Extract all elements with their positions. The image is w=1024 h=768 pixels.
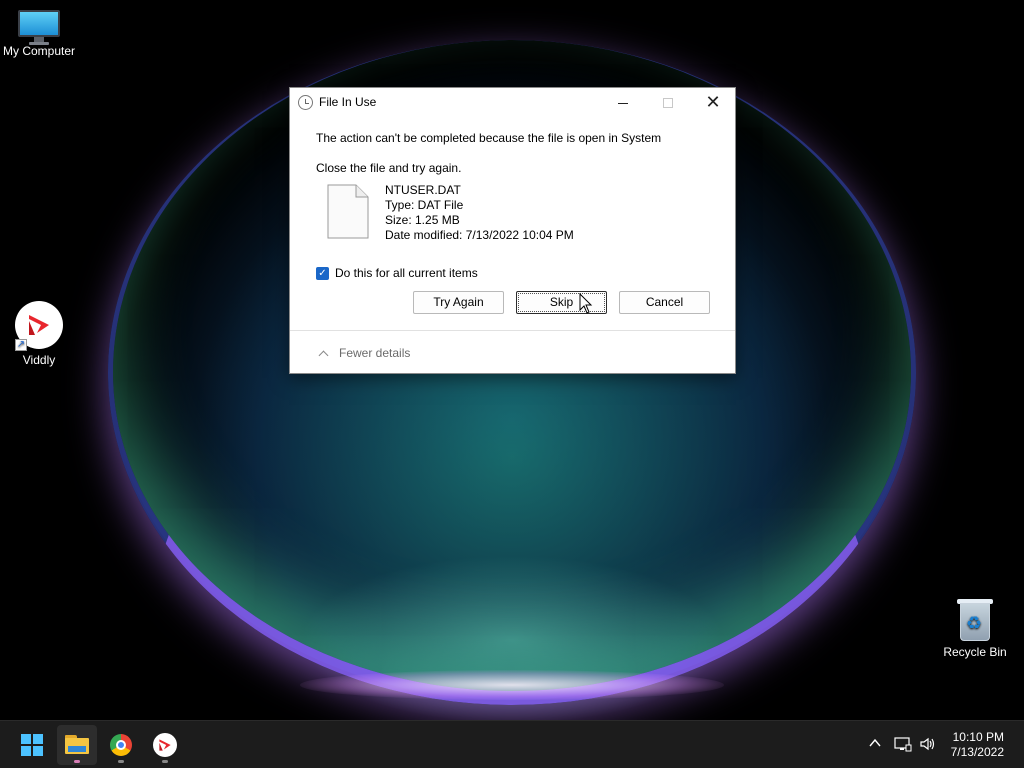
desktop-icon-label: My Computer: [2, 44, 76, 58]
clock-icon: [298, 95, 313, 110]
network-icon[interactable]: [894, 736, 912, 754]
file-modified: Date modified: 7/13/2022 10:04 PM: [385, 228, 574, 242]
dialog-message: The action can't be completed because th…: [316, 131, 662, 145]
apply-to-all-row[interactable]: ✓ Do this for all current items: [316, 266, 478, 280]
file-in-use-dialog: File In Use ✕ The action can't be comple…: [289, 87, 736, 374]
dialog-titlebar[interactable]: File In Use ✕: [290, 88, 735, 117]
minimize-icon: [618, 102, 628, 104]
desktop-icon-recycle-bin[interactable]: ♻ Recycle Bin: [930, 597, 1020, 659]
file-name: NTUSER.DAT: [385, 183, 461, 197]
minimize-button[interactable]: [600, 88, 646, 117]
dialog-instruction: Close the file and try again.: [316, 161, 462, 175]
skip-button[interactable]: Skip: [516, 291, 607, 314]
file-type: Type: DAT File: [385, 198, 464, 212]
clock-date: 7/13/2022: [950, 745, 1004, 759]
file-info: NTUSER.DAT Type: DAT File Size: 1.25 MB …: [385, 183, 574, 243]
desktop-icon-label: Viddly: [22, 353, 56, 367]
dialog-divider: [290, 330, 735, 331]
cancel-button[interactable]: Cancel: [619, 291, 710, 314]
desktop-icon-label: Recycle Bin: [943, 645, 1007, 659]
wallpaper-glow: [300, 670, 724, 700]
mouse-cursor-icon: [579, 293, 593, 314]
fewer-details-toggle[interactable]: Fewer details: [318, 346, 411, 360]
taskbar: 10:10 PM 7/13/2022: [0, 720, 1024, 768]
dialog-title: File In Use: [319, 95, 377, 109]
maximize-button: [645, 88, 691, 117]
taskbar-clock[interactable]: 10:10 PM 7/13/2022: [951, 730, 1004, 760]
computer-icon: [18, 10, 60, 45]
recycle-bin-icon: ♻: [957, 597, 993, 641]
show-hidden-icons-chevron-icon[interactable]: [866, 736, 884, 754]
fewer-details-label: Fewer details: [339, 346, 411, 360]
desktop-icon-my-computer[interactable]: My Computer: [0, 10, 84, 58]
file-size: Size: 1.25 MB: [385, 213, 460, 227]
file-icon: [327, 184, 369, 239]
shortcut-arrow-icon: ↗: [15, 339, 27, 351]
viddly-icon: ↗: [15, 301, 63, 351]
chevron-up-icon: [318, 350, 329, 360]
apply-to-all-label: Do this for all current items: [335, 266, 478, 280]
maximize-icon: [663, 98, 673, 109]
volume-icon[interactable]: [919, 736, 937, 754]
try-again-button[interactable]: Try Again: [413, 291, 504, 314]
close-icon: ✕: [705, 92, 721, 112]
close-button[interactable]: ✕: [690, 88, 736, 117]
desktop-icon-viddly[interactable]: ↗ Viddly: [0, 301, 84, 367]
system-tray: 10:10 PM 7/13/2022: [0, 721, 1024, 768]
apply-to-all-checkbox[interactable]: ✓: [316, 266, 329, 280]
clock-time: 10:10 PM: [952, 730, 1004, 744]
